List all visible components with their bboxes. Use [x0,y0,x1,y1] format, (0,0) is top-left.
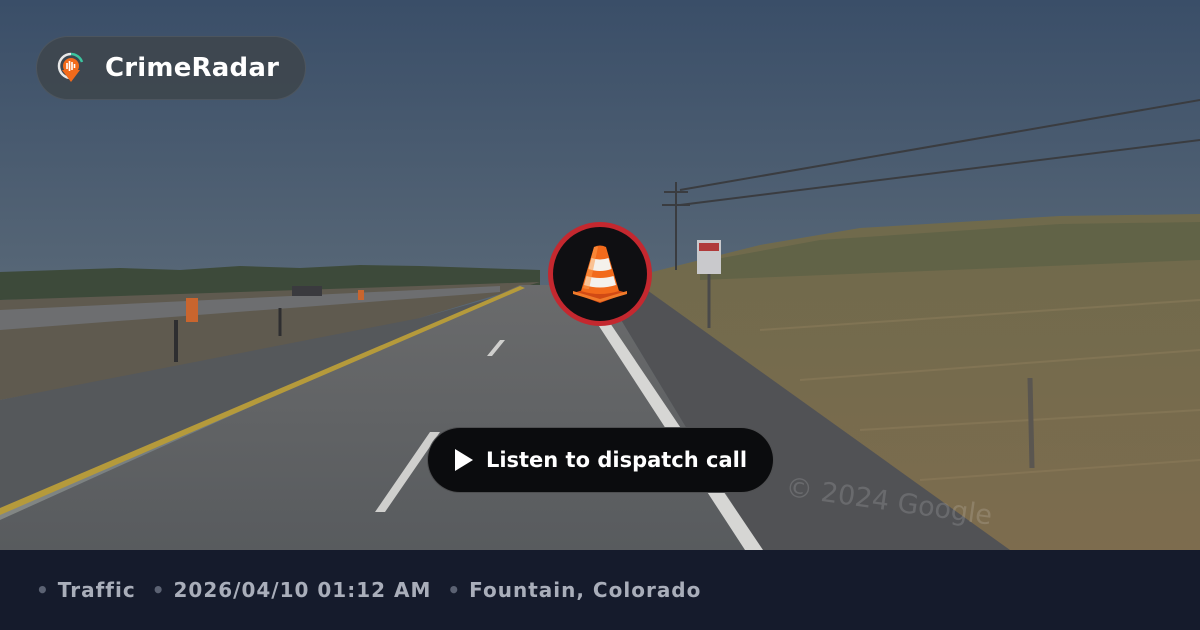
incident-meta: • Traffic • 2026/04/10 01:12 AM • Fountain,… [36,578,701,602]
traffic-cone-icon [573,245,627,303]
brand-pill[interactable]: CrimeRadar [36,36,307,100]
incident-datetime: 2026/04/10 01:12 AM [173,578,432,602]
separator-dot: • [447,578,462,602]
share-card: CrimeRadar Listen to dispatch call © 202… [0,0,1200,630]
brand-name: CrimeRadar [105,53,280,83]
incident-badge-inner [553,227,647,321]
incident-category: Traffic [57,578,136,602]
separator-dot: • [36,578,50,602]
separator-dot: • [151,578,166,602]
listen-button-label: Listen to dispatch call [485,448,748,472]
incident-meta-bar: • Traffic • 2026/04/10 01:12 AM • Fountain,… [0,550,1200,630]
listen-dispatch-button[interactable]: Listen to dispatch call [427,427,774,493]
play-icon [454,449,473,471]
radar-pin-icon [57,52,84,82]
incident-badge [548,222,652,326]
incident-location: Fountain, Colorado [469,578,702,602]
